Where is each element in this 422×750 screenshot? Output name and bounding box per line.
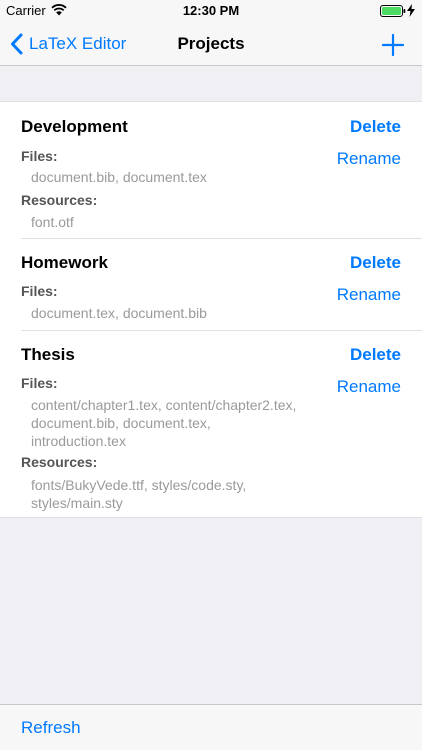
- rename-button[interactable]: Rename: [337, 149, 401, 169]
- resources-line: fonts/BukyVede.ttf, styles/code.sty,: [31, 477, 247, 493]
- delete-button[interactable]: Delete: [350, 117, 401, 137]
- files-label: Files:: [21, 148, 58, 164]
- files-label: Files:: [21, 375, 58, 391]
- charging-bolt-icon: [407, 4, 415, 17]
- project-title: Thesis: [21, 345, 75, 364]
- resources-label: Resources:: [21, 454, 98, 470]
- resources-value: fonts/BukyVede.ttf, styles/code.sty, sty…: [31, 476, 331, 512]
- delete-button[interactable]: Delete: [350, 345, 401, 365]
- battery-icon: [380, 5, 406, 17]
- files-line: document.bib, document.tex,: [31, 415, 211, 431]
- clock: 12:30 PM: [182, 3, 240, 18]
- files-value: content/chapter1.tex, content/chapter2.t…: [31, 396, 331, 450]
- files-label: Files:: [21, 283, 58, 299]
- files-line: content/chapter1.tex, content/chapter2.t…: [31, 397, 297, 413]
- refresh-button[interactable]: Refresh: [21, 718, 81, 738]
- rename-button[interactable]: Rename: [337, 285, 401, 305]
- files-value: document.tex, document.bib: [31, 305, 207, 321]
- files-line: introduction.tex: [31, 433, 126, 449]
- resources-value: font.otf: [31, 214, 74, 230]
- plus-icon[interactable]: [380, 32, 406, 58]
- status-bar: Carrier 12:30 PM: [0, 0, 422, 22]
- page-title: Projects: [177, 34, 245, 53]
- delete-button[interactable]: Delete: [350, 253, 401, 273]
- rename-button[interactable]: Rename: [337, 377, 401, 397]
- resources-line: styles/main.sty: [31, 495, 123, 511]
- files-value: document.bib, document.tex: [31, 169, 207, 185]
- bottom-toolbar: Refresh: [0, 704, 422, 750]
- project-title: Development: [21, 117, 128, 136]
- project-cell-development: Development Delete Rename Files: documen…: [0, 102, 422, 238]
- project-cell-homework: Homework Delete Rename Files: document.t…: [0, 238, 422, 330]
- navigation-bar: LaTeX Editor Projects: [0, 22, 422, 66]
- project-title: Homework: [21, 253, 108, 272]
- project-list: Development Delete Rename Files: documen…: [0, 101, 422, 518]
- project-cell-thesis: Thesis Delete Rename Files: content/chap…: [0, 330, 422, 517]
- resources-label: Resources:: [21, 192, 98, 208]
